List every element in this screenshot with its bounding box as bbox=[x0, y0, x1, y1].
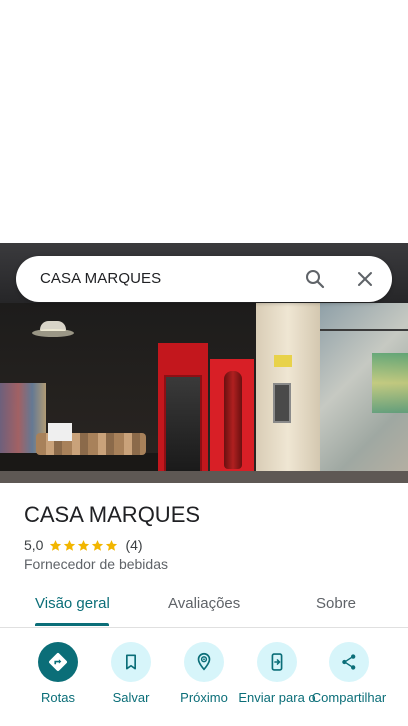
tab-about[interactable]: Sobre bbox=[316, 595, 356, 612]
map-area[interactable] bbox=[0, 0, 408, 243]
search-bar[interactable]: CASA MARQUES bbox=[16, 256, 392, 302]
directions-label: Rotas bbox=[41, 690, 75, 705]
nearby-label: Próximo bbox=[180, 690, 228, 705]
photo-paper-sign bbox=[48, 423, 72, 441]
share-label: Compartilhar bbox=[311, 690, 387, 705]
send-to-phone-label: Enviar para o bbox=[238, 690, 316, 705]
star-icon bbox=[78, 539, 90, 551]
place-category: Fornecedor de bebidas bbox=[24, 556, 168, 572]
photo-small-sign bbox=[274, 355, 292, 367]
rating-row[interactable]: 5,0 (4) bbox=[24, 536, 143, 554]
bookmark-icon[interactable] bbox=[111, 642, 151, 682]
nearby-icon[interactable] bbox=[184, 642, 224, 682]
save-label: Salvar bbox=[112, 690, 150, 705]
photo-window-frame bbox=[320, 329, 408, 331]
tab-indicator bbox=[35, 623, 109, 626]
share-icon[interactable] bbox=[329, 642, 369, 682]
action-bar: Rotas Salvar Próximo Enviar para o Compa bbox=[0, 640, 408, 726]
photo-lamp-glow bbox=[32, 329, 74, 337]
place-title: CASA MARQUES bbox=[24, 502, 201, 527]
star-icon bbox=[50, 539, 62, 551]
search-icon[interactable] bbox=[303, 267, 327, 291]
tab-reviews[interactable]: Avaliações bbox=[168, 595, 240, 612]
search-input[interactable]: CASA MARQUES bbox=[40, 270, 161, 287]
photo-intercom bbox=[273, 383, 291, 423]
close-icon[interactable] bbox=[353, 267, 377, 291]
tabs-divider bbox=[0, 627, 408, 628]
photo-bottle-graphic bbox=[224, 371, 242, 469]
send-to-phone-icon[interactable] bbox=[257, 642, 297, 682]
photo-ground bbox=[0, 471, 408, 483]
photo-cooler-glass bbox=[164, 375, 202, 479]
star-icon bbox=[92, 539, 104, 551]
star-icon bbox=[106, 539, 118, 551]
star-icon bbox=[64, 539, 76, 551]
photo-window-graphic bbox=[372, 353, 408, 413]
directions-icon[interactable] bbox=[38, 642, 78, 682]
review-count: (4) bbox=[125, 537, 143, 553]
rating-stars bbox=[49, 539, 119, 552]
tab-overview[interactable]: Visão geral bbox=[35, 595, 110, 612]
tab-bar: Visão geral Avaliações Sobre bbox=[0, 585, 408, 628]
place-details-screen: CASA MARQUES CASA MARQUES 5,0 (4) Fornec… bbox=[0, 0, 408, 726]
rating-value: 5,0 bbox=[24, 537, 44, 553]
